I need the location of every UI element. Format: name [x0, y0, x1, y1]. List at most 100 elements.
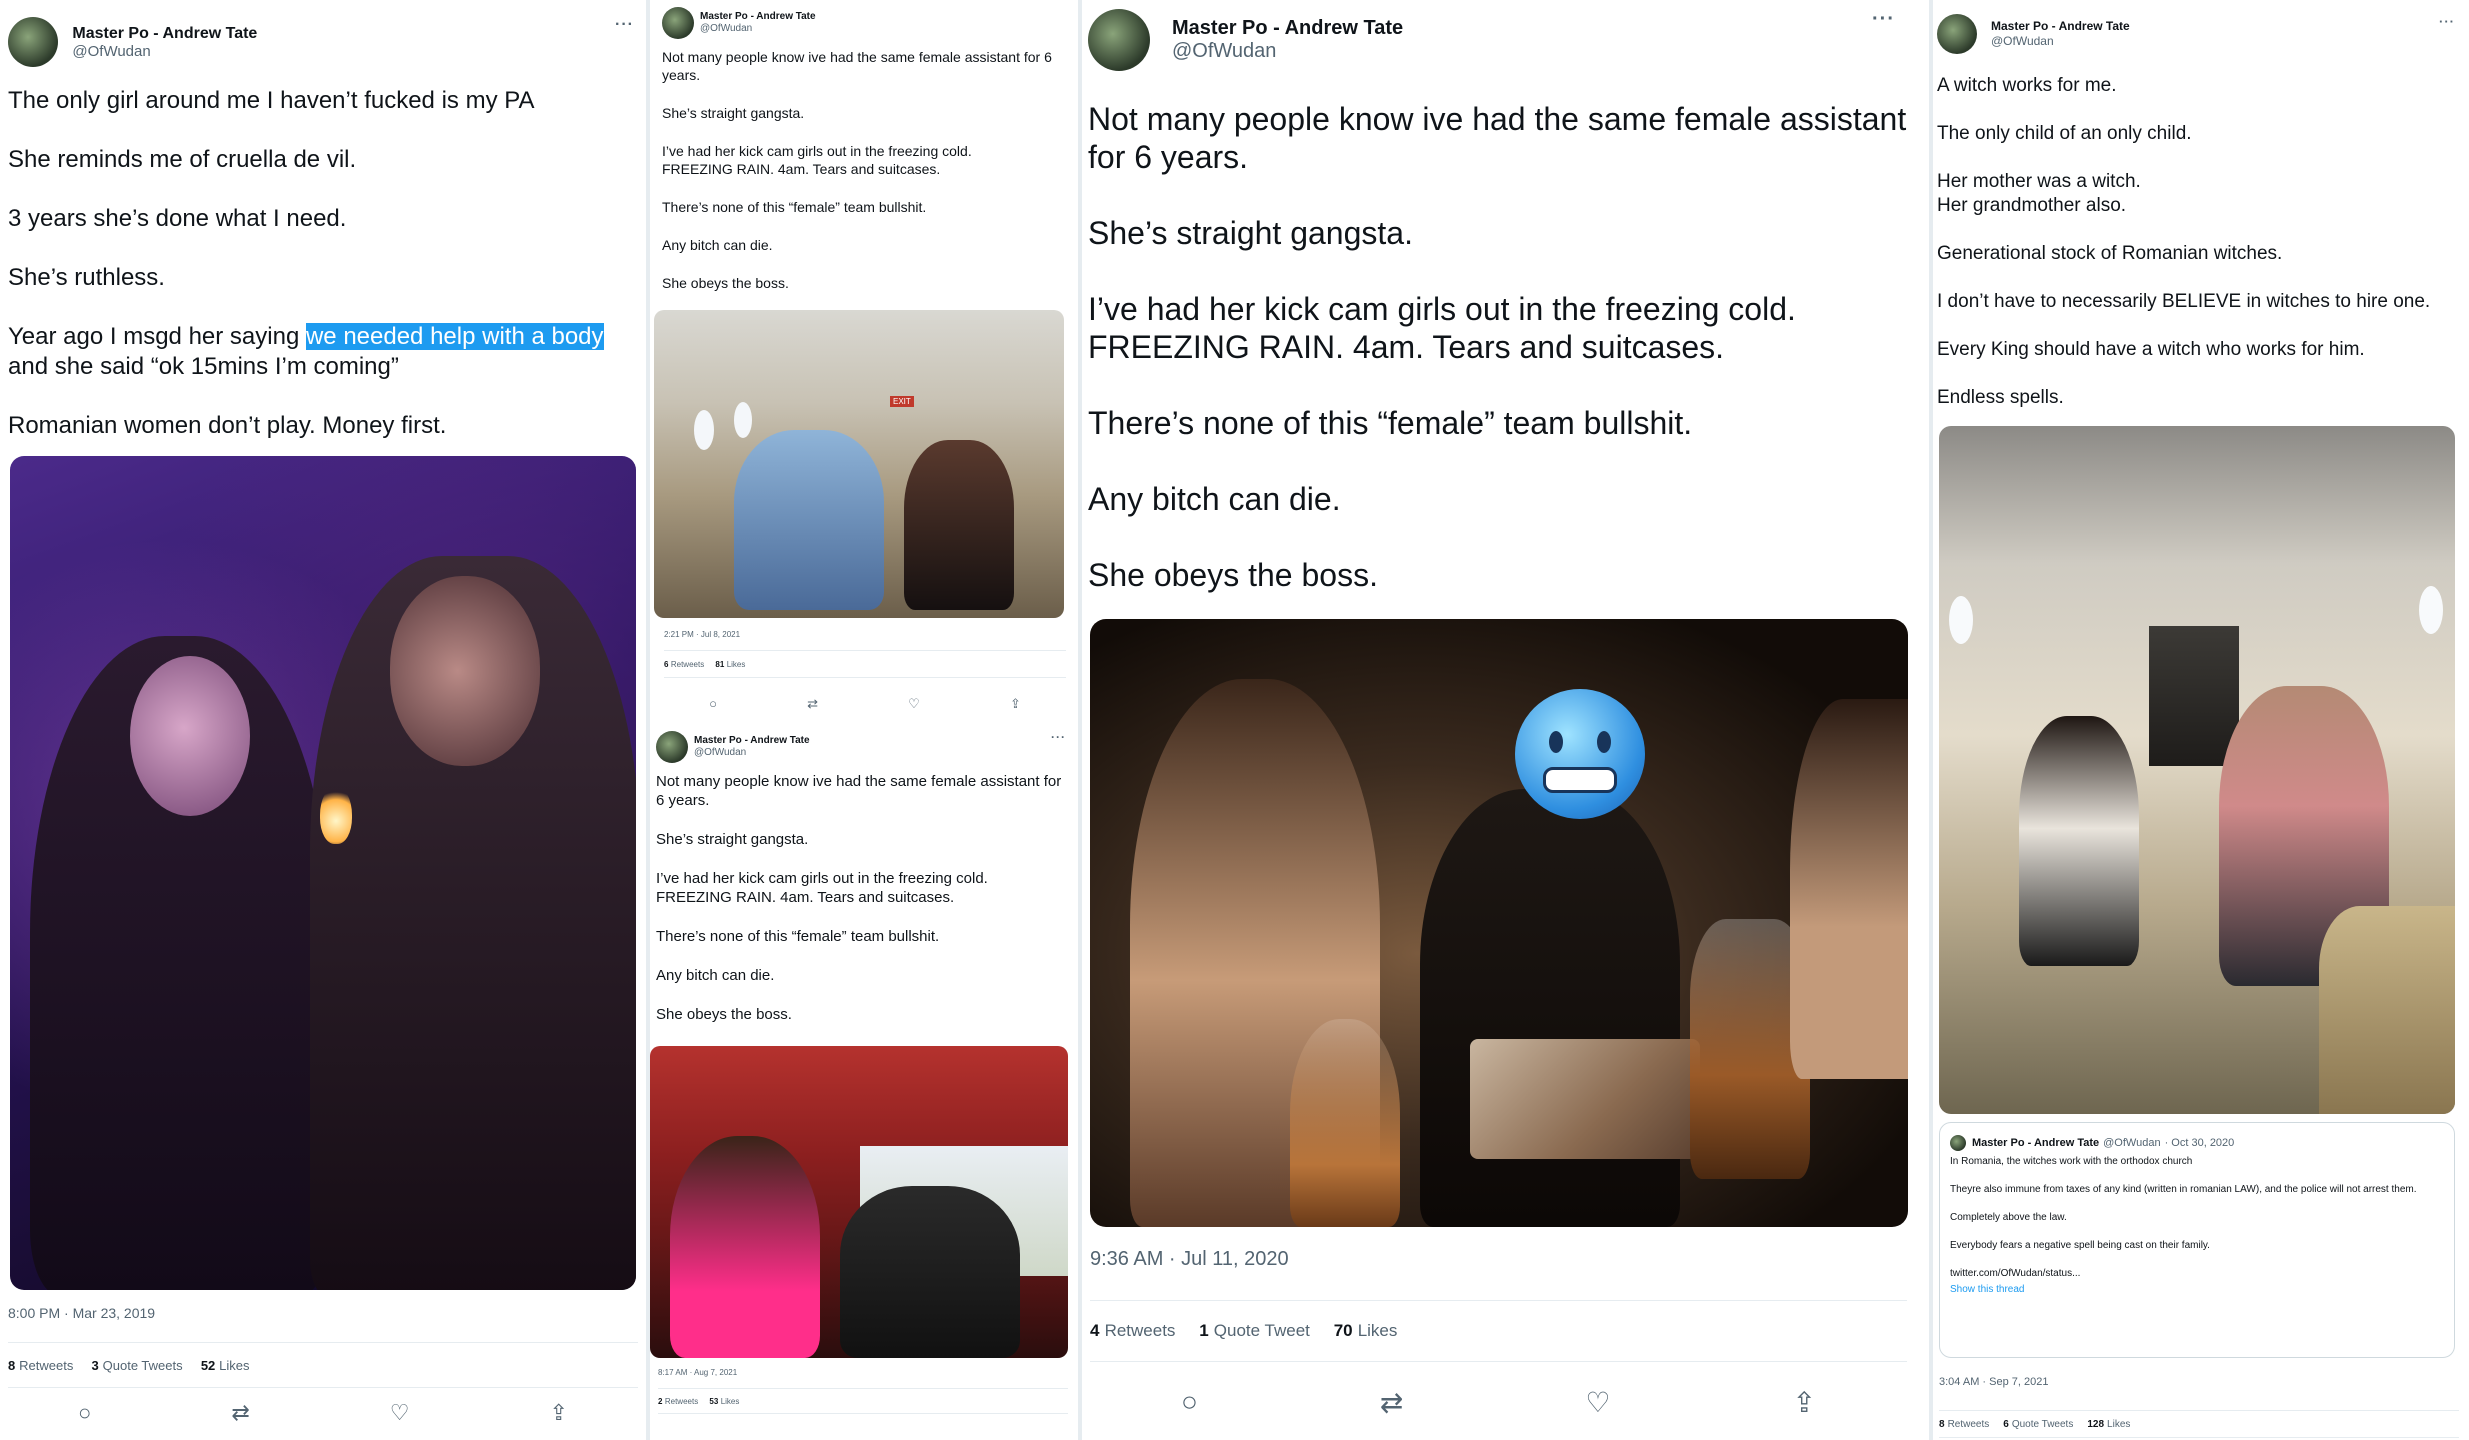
tweet-assistant-money: Master Po - Andrew Tate @OfWudan ··· Not… — [1082, 0, 1929, 1440]
avatar[interactable] — [1937, 14, 1977, 54]
like-icon[interactable]: ♡ — [908, 696, 920, 712]
tweet-text: She obeys the boss. — [656, 1006, 792, 1023]
likes-count[interactable]: 128 Likes — [2087, 1419, 2130, 1430]
tweet-photo[interactable] — [1090, 619, 1908, 1227]
tweet-timestamp[interactable]: 9:36 AM · Jul 11, 2020 — [1090, 1248, 1289, 1271]
quote-tweets-count[interactable]: 3 Quote Tweets — [92, 1358, 183, 1373]
tweet-photo[interactable] — [1939, 426, 2455, 1114]
retweets-count[interactable]: 8 Retweets — [1939, 1419, 1989, 1430]
reply-icon[interactable]: ○ — [1181, 1386, 1198, 1419]
tweet-timestamp[interactable]: 8:17 AM · Aug 7, 2021 — [658, 1368, 737, 1377]
tweet-text: She obeys the boss. — [662, 275, 789, 291]
cabin-window — [1949, 596, 1973, 644]
tweet-timestamp[interactable]: 2:21 PM · Jul 8, 2021 — [664, 630, 740, 639]
tweet-photo[interactable]: EXIT — [654, 310, 1064, 618]
quoted-link[interactable]: twitter.com/OfWudan/status... — [1950, 1267, 2444, 1281]
retweet-icon[interactable]: ⇄ — [1380, 1386, 1403, 1419]
author-handle[interactable]: @OfWudan — [1172, 40, 1403, 63]
like-icon[interactable]: ♡ — [390, 1400, 410, 1426]
tweet-photo[interactable] — [650, 1046, 1068, 1358]
tweet-text: I’ve had her kick cam girls out in the f… — [656, 870, 988, 906]
tweet-text: The only child of an only child. — [1937, 123, 2192, 144]
retweets-count[interactable]: 8 Retweets — [8, 1358, 73, 1373]
tweet-text: Any bitch can die. — [1088, 481, 1341, 517]
tweet-stats: 6 Retweets 81 Likes — [664, 650, 1066, 678]
share-icon[interactable]: ⇪ — [550, 1400, 568, 1426]
tweet-witch: Master Po - Andrew Tate @OfWudan ··· A w… — [1933, 0, 2469, 1440]
author-handle[interactable]: @OfWudan — [72, 43, 257, 60]
retweet-icon[interactable]: ⇄ — [807, 696, 818, 712]
likes-count[interactable]: 52 Likes — [201, 1358, 250, 1373]
author-name[interactable]: Master Po - Andrew Tate — [1991, 19, 2130, 34]
avatar[interactable] — [656, 731, 688, 763]
tweet-text: Romanian women don’t play. Money first. — [8, 412, 447, 439]
author-handle[interactable]: @OfWudan — [700, 23, 816, 35]
tweet-text: She’s straight gangsta. — [1088, 215, 1413, 251]
quote-tweets-count[interactable]: 1 Quote Tweet — [1199, 1321, 1310, 1341]
lighter-flame — [320, 786, 352, 844]
avatar[interactable] — [1950, 1135, 1966, 1151]
tweet-stats: 2 Retweets 53 Likes — [658, 1388, 1068, 1414]
reply-icon[interactable]: ○ — [78, 1400, 91, 1426]
like-icon[interactable]: ♡ — [1585, 1386, 1610, 1419]
retweets-count[interactable]: 6 Retweets — [664, 660, 704, 669]
retweet-icon[interactable]: ⇄ — [231, 1400, 249, 1426]
author-name[interactable]: Master Po - Andrew Tate — [1172, 17, 1403, 40]
tweet-photo[interactable] — [10, 456, 636, 1290]
more-options-icon[interactable]: ··· — [1872, 8, 1895, 31]
woman-face — [130, 656, 250, 816]
leather-seat — [2319, 906, 2455, 1114]
share-icon[interactable]: ⇪ — [1793, 1386, 1816, 1419]
reply-icon[interactable]: ○ — [709, 696, 717, 712]
likes-count[interactable]: 81 Likes — [715, 660, 745, 669]
likes-count[interactable]: 53 Likes — [709, 1397, 739, 1406]
exit-sign: EXIT — [890, 396, 914, 407]
author-handle[interactable]: @OfWudan — [694, 747, 810, 759]
cold-face-emoji-icon — [1515, 689, 1645, 819]
tweet-text: There’s none of this “female” team bulls… — [656, 928, 940, 945]
quoted-tweet[interactable]: Master Po - Andrew Tate @OfWudan · Oct 3… — [1939, 1122, 2455, 1358]
tweet-actions: ○ ⇄ ♡ ⇪ — [664, 696, 1066, 712]
avatar[interactable] — [8, 17, 58, 67]
author-name[interactable]: Master Po - Andrew Tate — [700, 11, 816, 23]
quote-tweets-count[interactable]: 6 Quote Tweets — [2003, 1419, 2073, 1430]
man-at-table — [1420, 789, 1680, 1227]
emoji-eye — [1597, 731, 1611, 753]
author-name[interactable]: Master Po - Andrew Tate — [72, 25, 257, 43]
tweet-text: There’s none of this “female” team bulls… — [662, 199, 927, 215]
retweets-count[interactable]: 4 Retweets — [1090, 1321, 1175, 1341]
woman-seated — [2019, 716, 2139, 966]
tweet-timestamp[interactable]: 3:04 AM · Sep 7, 2021 — [1939, 1376, 2048, 1388]
driver — [840, 1186, 1020, 1358]
more-options-icon[interactable]: ··· — [2439, 14, 2455, 29]
tweet-text: She’s ruthless. — [8, 264, 165, 291]
tweet-text: She’s straight gangsta. — [656, 831, 809, 848]
avatar[interactable] — [662, 7, 694, 39]
likes-count[interactable]: 70 Likes — [1334, 1321, 1398, 1341]
tweet-stats: 8 Retweets 6 Quote Tweets 128 Likes — [1939, 1410, 2459, 1438]
tweet-timestamp[interactable]: 8:00 PM · Mar 23, 2019 — [8, 1305, 155, 1321]
highlighted-text: we needed help with a body — [305, 323, 604, 350]
cash-pile — [1470, 1039, 1700, 1159]
avatar[interactable] — [1088, 9, 1150, 71]
show-thread-link[interactable]: Show this thread — [1950, 1283, 2444, 1297]
emoji-teeth — [1543, 767, 1617, 793]
cabin-window — [2419, 586, 2443, 634]
tweet-text: Endless spells. — [1937, 387, 2064, 408]
tweet-text: A witch works for me. — [1937, 75, 2117, 96]
tweet-text: Any bitch can die. — [662, 237, 773, 253]
more-options-icon[interactable]: ··· — [1051, 730, 1066, 744]
tweet-stats: 8 Retweets 3 Quote Tweets 52 Likes — [8, 1342, 638, 1388]
tweet-text: I’ve had her kick cam girls out in the f… — [1088, 291, 1796, 365]
retweets-count[interactable]: 2 Retweets — [658, 1397, 698, 1406]
quoted-author-handle[interactable]: @OfWudan — [2103, 1136, 2160, 1150]
quoted-text: Theyre also immune from taxes of any kin… — [1950, 1184, 2417, 1195]
more-options-icon[interactable]: ··· — [615, 16, 634, 34]
quoted-author-name[interactable]: Master Po - Andrew Tate — [1972, 1136, 2099, 1150]
woman-right — [1790, 699, 1908, 1079]
author-handle[interactable]: @OfWudan — [1991, 34, 2130, 49]
author-name[interactable]: Master Po - Andrew Tate — [694, 735, 810, 747]
tweet-text: Not many people know ive had the same fe… — [662, 49, 1052, 83]
share-icon[interactable]: ⇪ — [1010, 696, 1021, 712]
cockpit-door — [2149, 626, 2239, 766]
